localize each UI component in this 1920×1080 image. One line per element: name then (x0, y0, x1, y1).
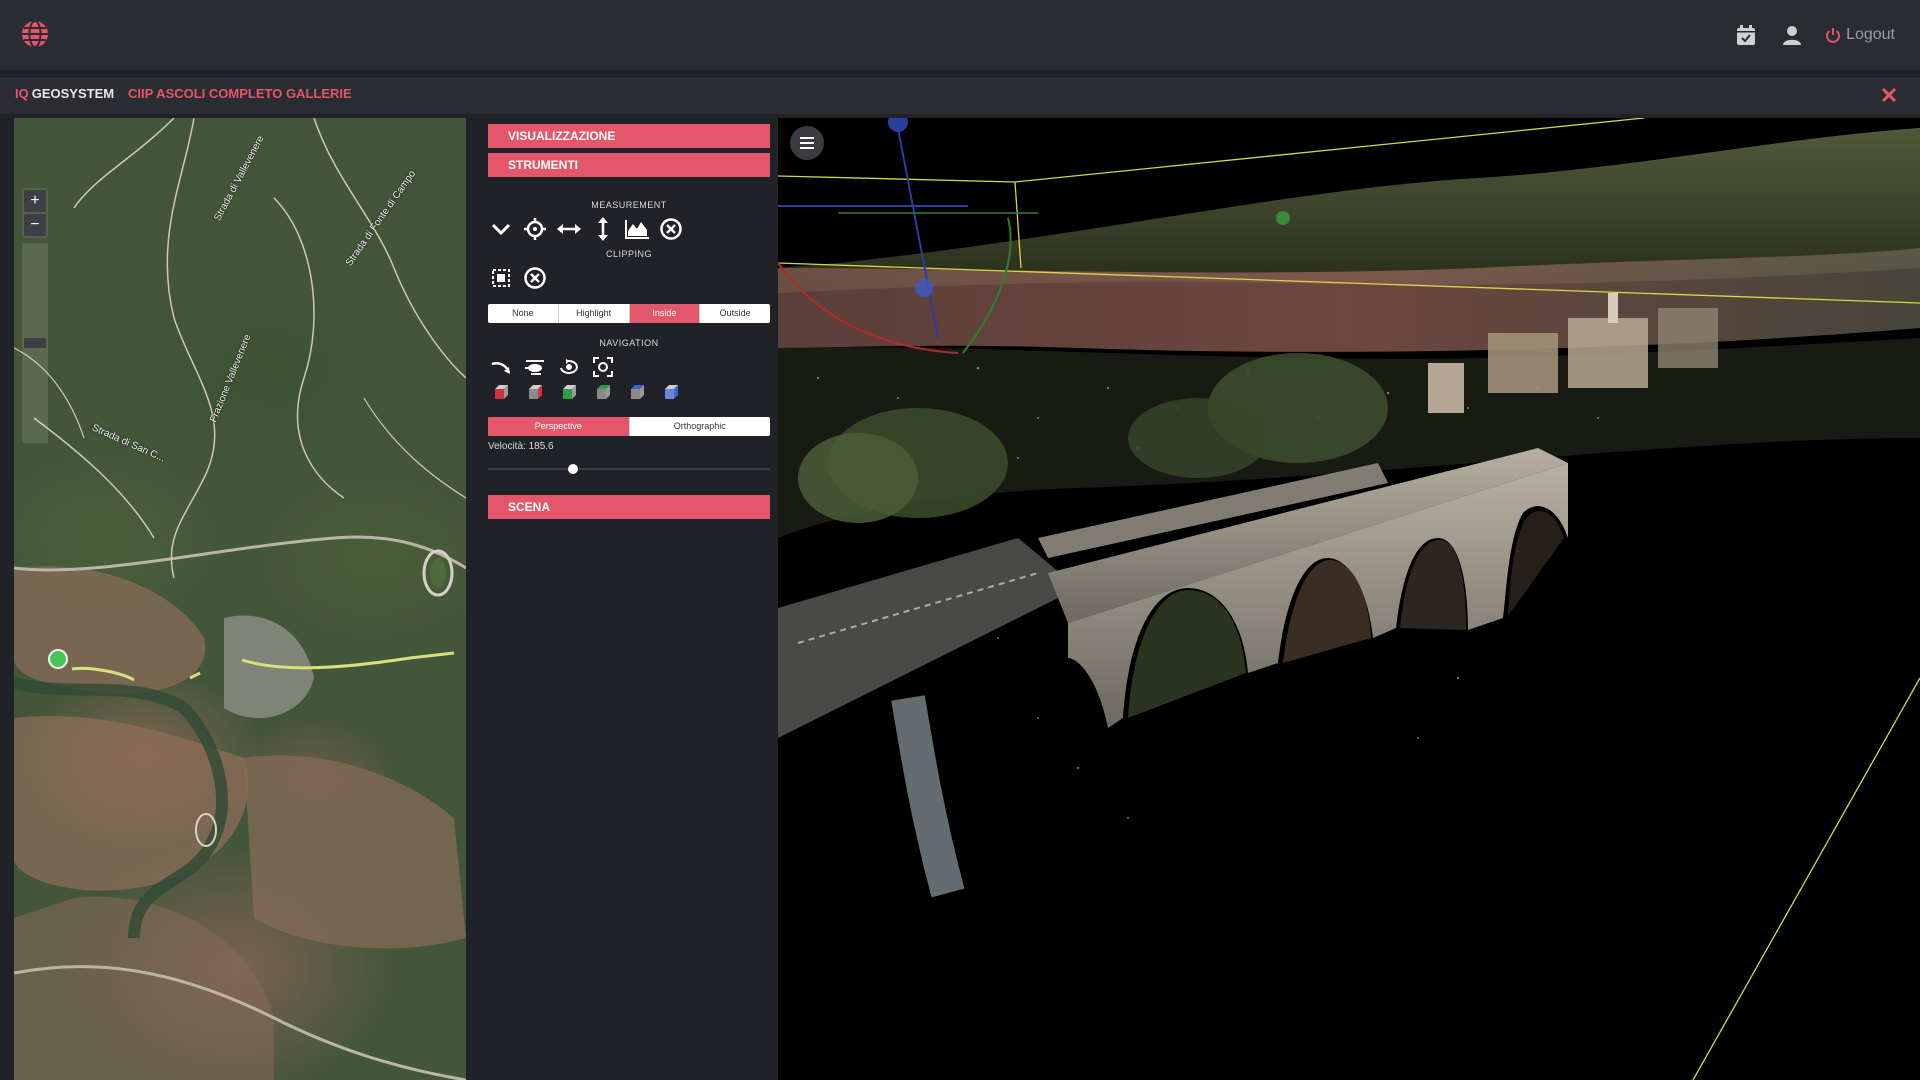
strumenti-header[interactable]: STRUMENTI (488, 153, 770, 177)
point-cloud-scene (778, 118, 1920, 1080)
profile-icon[interactable] (624, 216, 650, 242)
power-icon (1826, 28, 1841, 43)
user-icon[interactable] (1779, 22, 1805, 48)
clip-mode-highlight[interactable]: Highlight (559, 304, 630, 323)
tools-panel: VISUALIZZAZIONE STRUMENTI MEASUREMENT CL… (466, 118, 776, 1080)
focus-icon[interactable] (590, 354, 616, 380)
zoom-control: + − (22, 188, 48, 238)
globe-icon[interactable] (20, 19, 50, 49)
brand-name: GEOSYSTEM (31, 86, 115, 101)
top-view-icon[interactable] (624, 379, 650, 405)
right-view-icon[interactable] (522, 379, 548, 405)
zoom-in-button[interactable]: + (24, 190, 46, 212)
logout-button[interactable]: Logout (1825, 26, 1895, 44)
speed-label: Velocità: 185.6 (488, 441, 554, 452)
menu-icon[interactable] (790, 126, 824, 160)
measurement-tools (488, 216, 692, 242)
view-cube-controls (488, 379, 692, 405)
chevron-down-icon[interactable] (488, 216, 514, 242)
projection-perspective[interactable]: Perspective (488, 417, 630, 436)
project-title: CIIP ASCOLI COMPLETO GALLERIE (128, 86, 352, 101)
point-cloud-viewer[interactable] (778, 118, 1920, 1080)
zoom-slider[interactable] (22, 243, 48, 443)
clip-volume-icon[interactable] (488, 265, 514, 291)
speed-slider[interactable] (488, 464, 770, 474)
distance-icon[interactable] (556, 216, 582, 242)
front-view-icon[interactable] (556, 379, 582, 405)
left-view-icon[interactable] (488, 379, 514, 405)
measurement-title: MEASUREMENT (591, 200, 667, 210)
navigation-controls (488, 354, 624, 380)
back-view-icon[interactable] (590, 379, 616, 405)
clip-mode-selector: None Highlight Inside Outside (488, 304, 770, 323)
clip-mode-inside[interactable]: Inside (629, 304, 701, 323)
projection-orthographic[interactable]: Orthographic (630, 417, 771, 436)
logout-label: Logout (1846, 26, 1895, 43)
remove-clipping-icon[interactable] (522, 265, 548, 291)
clip-mode-none[interactable]: None (488, 304, 559, 323)
bottom-view-icon[interactable] (658, 379, 684, 405)
location-marker[interactable] (48, 649, 68, 669)
navigation-title: NAVIGATION (599, 338, 659, 348)
zoom-out-button[interactable]: − (24, 214, 46, 236)
projection-selector: Perspective Orthographic (488, 417, 770, 436)
point-measure-icon[interactable] (522, 216, 548, 242)
earth-control-icon[interactable] (488, 354, 514, 380)
top-bar: Logout (0, 0, 1920, 70)
remove-measurements-icon[interactable] (658, 216, 684, 242)
height-icon[interactable] (590, 216, 616, 242)
clip-mode-outside[interactable]: Outside (700, 304, 770, 323)
fly-control-icon[interactable] (522, 354, 548, 380)
calendar-icon[interactable] (1733, 22, 1759, 48)
scena-header[interactable]: SCENA (488, 495, 770, 519)
map-roads (14, 118, 466, 1080)
clipping-title: CLIPPING (605, 249, 652, 259)
zoom-slider-handle[interactable] (24, 338, 46, 348)
sub-bar: IQ GEOSYSTEM CIIP ASCOLI COMPLETO GALLERI… (0, 78, 1920, 114)
map-view[interactable]: + − Strada di Vallevenere Strada di Font… (14, 118, 466, 1080)
brand: IQ GEOSYSTEM (15, 86, 114, 101)
visualizzazione-header[interactable]: VISUALIZZAZIONE (488, 124, 770, 148)
close-icon[interactable] (1876, 82, 1902, 108)
brand-prefix: IQ (15, 86, 29, 101)
speed-slider-handle[interactable] (567, 464, 578, 474)
orbit-control-icon[interactable] (556, 354, 582, 380)
clipping-tools (488, 265, 556, 291)
